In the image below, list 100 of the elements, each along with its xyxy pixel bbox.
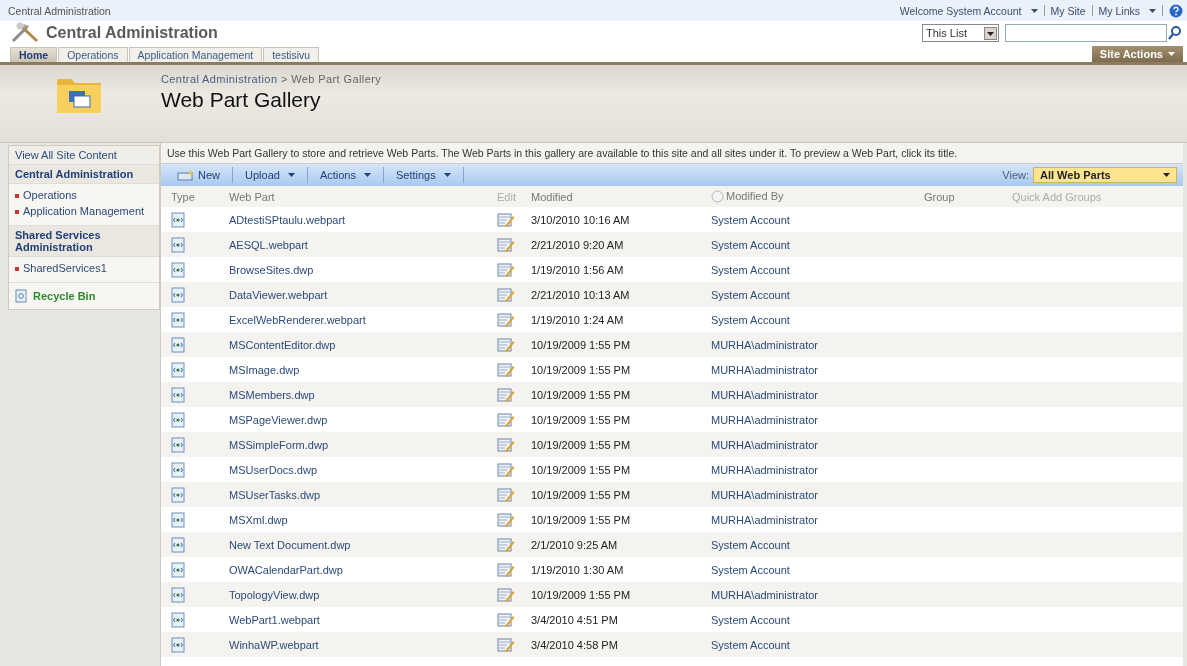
web-part-link[interactable]: ADtestiSPtaulu.webpart (229, 213, 346, 226)
edit-icon[interactable] (497, 311, 515, 328)
web-part-file-icon (171, 211, 185, 228)
column-header[interactable]: Modified (531, 190, 573, 203)
table-cell: 2/21/2010 10:13 AM (531, 288, 630, 301)
web-part-link[interactable]: MSSimpleForm.dwp (229, 438, 329, 451)
nav-link[interactable]: Operations (23, 189, 77, 201)
edit-icon[interactable] (497, 486, 515, 503)
edit-icon[interactable] (497, 611, 515, 628)
recycle-bin-icon (15, 289, 27, 303)
welcome-menu[interactable]: Welcome System Account (899, 4, 1022, 17)
web-part-link[interactable]: ExcelWebRenderer.webpart (229, 313, 366, 326)
user-link[interactable]: MURHA\administrator (711, 463, 818, 476)
recycle-bin-link[interactable]: Recycle Bin (33, 290, 96, 302)
table-cell: 1/19/2010 1:24 AM (531, 313, 624, 326)
web-part-link[interactable]: MSMembers.dwp (229, 388, 315, 401)
web-part-link[interactable]: DataViewer.webpart (229, 288, 328, 301)
edit-icon[interactable] (497, 386, 515, 403)
nav-heading[interactable]: Central Administration (9, 165, 159, 184)
edit-icon[interactable] (497, 561, 515, 578)
edit-icon[interactable] (497, 536, 515, 553)
nav-tab[interactable]: testisivu (263, 47, 320, 62)
web-part-link[interactable]: AESQL.webpart (229, 238, 308, 251)
web-part-link[interactable]: MSXml.dwp (229, 513, 288, 526)
top-link[interactable]: My Site (1050, 4, 1086, 17)
user-link[interactable]: System Account (711, 263, 790, 276)
toolbar-menu[interactable]: Actions (307, 169, 383, 181)
edit-icon[interactable] (497, 236, 515, 253)
web-part-link[interactable]: MSUserTasks.dwp (229, 488, 321, 501)
search-field[interactable] (1005, 24, 1167, 42)
edit-icon[interactable] (497, 511, 515, 528)
new-button[interactable]: New (167, 169, 232, 181)
web-part-link[interactable]: MSUserDocs.dwp (229, 463, 318, 476)
site-name[interactable]: Central Administration (8, 4, 111, 17)
web-part-file-icon (171, 611, 185, 628)
user-link[interactable]: System Account (711, 288, 790, 301)
table-cell: 10/19/2009 1:55 PM (531, 488, 631, 501)
edit-icon[interactable] (497, 636, 515, 653)
web-part-link[interactable]: WebPart1.webpart (229, 613, 320, 626)
table-cell: 10/19/2009 1:55 PM (531, 588, 631, 601)
web-part-link[interactable]: MSPageViewer.dwp (229, 413, 328, 426)
column-header[interactable]: Web Part (229, 190, 275, 203)
table-cell: 3/10/2010 10:16 AM (531, 213, 630, 226)
description: Use this Web Part Gallery to store and retrieve Web Parts. The Web Parts in this gallery are available to this site and all sites under it. To preview a Web Part, click its title. (161, 143, 1183, 164)
top-link[interactable]: My Links (1098, 4, 1140, 17)
user-link[interactable]: System Account (711, 638, 790, 651)
toolbar-menu[interactable]: Settings (383, 169, 463, 181)
caret-icon (1149, 8, 1156, 13)
user-link[interactable]: MURHA\administrator (711, 413, 818, 426)
help-icon[interactable] (1169, 3, 1183, 18)
web-part-link[interactable]: TopologyView.dwp (229, 588, 320, 601)
table-cell: 2/21/2010 9:20 AM (531, 238, 624, 251)
table-cell: 2/1/2010 9:25 AM (531, 538, 618, 551)
edit-icon[interactable] (497, 336, 515, 353)
user-link[interactable]: MURHA\administrator (711, 363, 818, 376)
web-part-link[interactable]: MSImage.dwp (229, 363, 300, 376)
user-link[interactable]: System Account (711, 313, 790, 326)
column-header[interactable]: Modified By (726, 189, 784, 202)
breadcrumb-link[interactable]: Central Administration (161, 73, 278, 85)
table-cell: 10/19/2009 1:55 PM (531, 513, 631, 526)
site-title[interactable]: Central Administration (46, 24, 218, 42)
table-cell: 10/19/2009 1:55 PM (531, 363, 631, 376)
web-part-link[interactable]: OWACalendarPart.dwp (229, 563, 343, 576)
edit-icon[interactable] (497, 411, 515, 428)
edit-icon[interactable] (497, 436, 515, 453)
table-cell: 10/19/2009 1:55 PM (531, 413, 631, 426)
edit-icon[interactable] (497, 261, 515, 278)
site-actions-button[interactable]: Site Actions (1091, 46, 1183, 62)
edit-icon[interactable] (497, 586, 515, 603)
web-part-link[interactable]: WinhaWP.webpart (229, 638, 319, 651)
user-link[interactable]: System Account (711, 238, 790, 251)
nav-heading[interactable]: Shared Services Administration (9, 226, 159, 257)
nav-tab[interactable]: Application Management (128, 47, 263, 62)
web-part-file-icon (171, 586, 185, 603)
nav-link[interactable]: Application Management (23, 205, 145, 217)
nav-link[interactable]: SharedServices1 (23, 262, 107, 274)
view-dropdown[interactable]: All Web Parts (1033, 167, 1177, 183)
edit-icon[interactable] (497, 286, 515, 303)
nav-tab[interactable]: Operations (58, 47, 128, 62)
web-part-file-icon (171, 461, 185, 478)
caret-icon (1030, 8, 1038, 13)
user-link[interactable]: MURHA\administrator (711, 513, 818, 526)
edit-icon[interactable] (497, 211, 515, 228)
edit-icon[interactable] (497, 361, 515, 378)
web-part-link[interactable]: BrowseSites.dwp (229, 263, 314, 276)
user-link[interactable]: System Account (711, 613, 790, 626)
scope-dropdown[interactable]: This List (922, 24, 999, 42)
view-all-link[interactable]: View All Site Content (9, 146, 159, 165)
caret-icon (363, 173, 371, 177)
user-link[interactable]: System Account (711, 213, 790, 226)
search-icon[interactable] (1167, 24, 1183, 42)
web-part-file-icon (171, 236, 185, 253)
radio-icon (711, 190, 724, 204)
web-part-file-icon (171, 336, 185, 353)
nav-tab[interactable]: Home (10, 47, 58, 62)
toolbar-menu[interactable]: Upload (233, 169, 307, 181)
breadcrumb-separator: > (280, 73, 288, 85)
user-link[interactable]: System Account (711, 538, 790, 551)
edit-icon[interactable] (497, 461, 515, 478)
user-link[interactable]: System Account (711, 563, 790, 576)
